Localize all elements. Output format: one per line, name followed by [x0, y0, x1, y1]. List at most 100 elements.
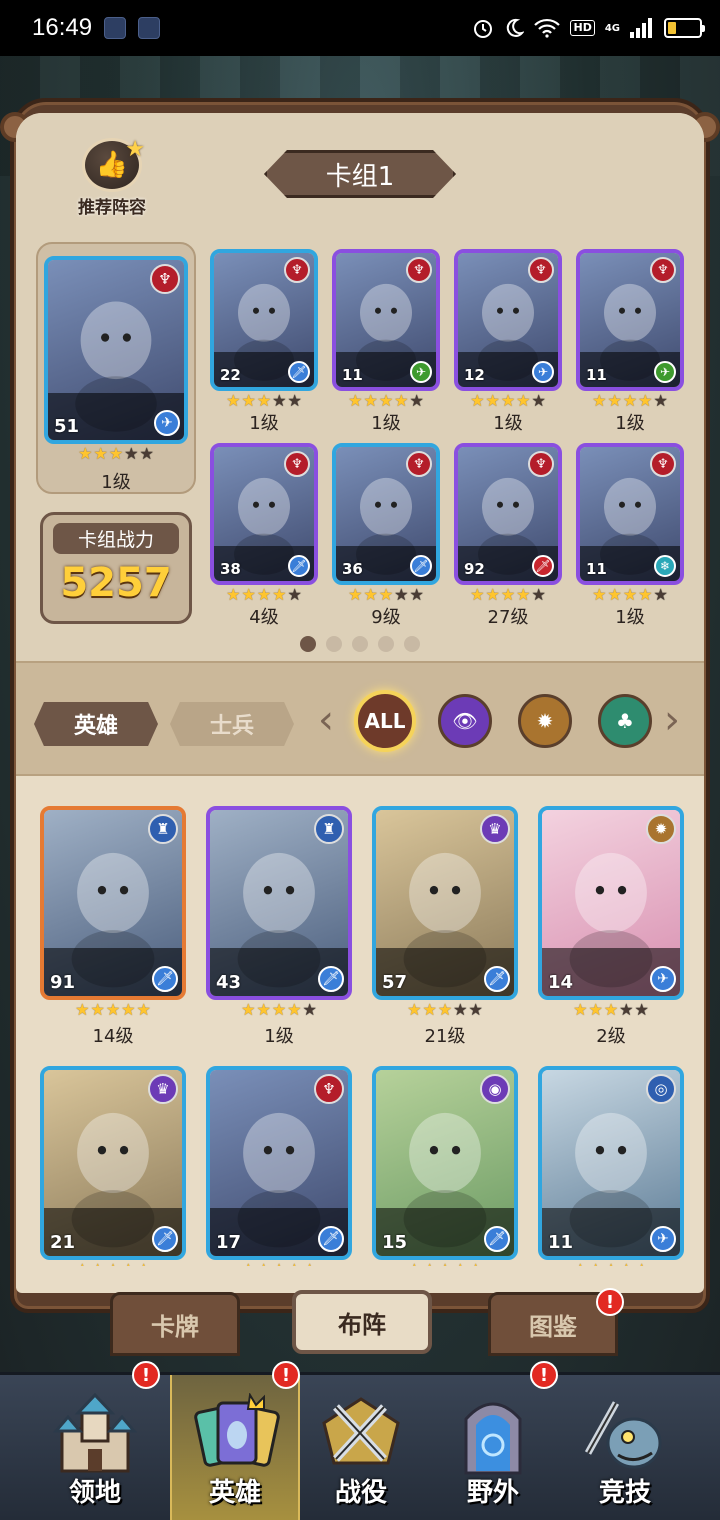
star-filled-icon: ★ [592, 391, 607, 410]
star-empty-icon: ★ [409, 585, 424, 604]
page-dot[interactable] [352, 636, 368, 652]
star-filled-icon: ★ [607, 391, 622, 410]
moon-icon [507, 18, 525, 37]
tab-soldiers[interactable]: 士兵 [170, 702, 294, 746]
tab-heroes[interactable]: 英雄 [34, 702, 158, 746]
recommend-lineup-button[interactable]: 👍 ★ 推荐阵容 [66, 137, 158, 218]
filter-all-label: ALL [364, 709, 406, 733]
subtab-formation[interactable]: 布阵 [292, 1290, 432, 1354]
faction-icon: ♆ [406, 257, 432, 283]
star-filled-icon: ★ [485, 391, 500, 410]
nav-alert-badge: ! [530, 1361, 558, 1389]
star-filled-icon: ★ [363, 391, 378, 410]
star-filled-icon: ★ [226, 391, 241, 410]
card-level: 57 [382, 972, 408, 993]
star-rating: ★★★★★ [38, 444, 194, 463]
star-filled-icon: ★ [75, 1000, 90, 1019]
star-empty-icon: ★ [287, 391, 302, 410]
sun-faction-icon[interactable]: ✹ [518, 694, 572, 748]
tree-faction-icon[interactable]: ♣ [598, 694, 652, 748]
sword-icon: 🗡 [484, 1226, 510, 1252]
star-empty-icon: ★ [287, 585, 302, 604]
hero-card[interactable]: 11 ◎ ✈ [538, 1066, 684, 1260]
hero-card[interactable]: 11 ♆ ✈ [332, 249, 440, 391]
faction-icon: ♛ [148, 1074, 178, 1104]
deck-title-plate[interactable]: 卡组1 [264, 150, 456, 198]
star-filled-icon: ★ [287, 1000, 302, 1019]
star-filled-icon: ★ [394, 391, 409, 410]
subtab-codex-label: 图鉴 [529, 1312, 577, 1341]
hero-card[interactable]: 57 ♛ 🗡 [372, 806, 518, 1000]
hero-card[interactable]: 17 ♆ 🗡 [206, 1066, 352, 1260]
star-filled-icon: ★ [256, 391, 272, 410]
hero-cards-icon [194, 1392, 280, 1477]
hero-card[interactable]: 21 ♛ 🗡 [40, 1066, 186, 1260]
star-empty-icon: ★ [653, 391, 668, 410]
card-rank: 1级 [371, 413, 401, 434]
hero-card[interactable]: 43 ♜ 🗡 [206, 806, 352, 1000]
codex-alert-text: ! [605, 1291, 615, 1313]
star-filled-icon: ★ [622, 391, 638, 410]
status-time: 16:49 [32, 14, 93, 41]
deck-title: 卡组1 [325, 161, 395, 192]
card-level: 12 [464, 366, 485, 384]
star-filled-icon: ★ [588, 1000, 603, 1019]
faction-icon: ♆ [284, 451, 310, 477]
hero-card[interactable]: 22 ♆ 🗡 [210, 249, 318, 391]
hero-card[interactable]: 51 ♆ ✈ [44, 256, 188, 444]
faction-icon: ♆ [150, 264, 180, 294]
sword-icon: 🗡 [484, 966, 510, 992]
hero-card[interactable]: 11 ♆ ✈ [576, 249, 684, 391]
nav-castle[interactable]: 领地 [30, 1375, 160, 1520]
filter-next-arrow[interactable]: › [664, 700, 680, 740]
page-dot[interactable] [300, 636, 316, 652]
card-level: 51 [54, 416, 80, 437]
card-level: 91 [50, 972, 76, 993]
card-level: 14 [548, 972, 574, 993]
portal-icon [450, 1393, 536, 1477]
page-dot[interactable] [326, 636, 342, 652]
page-dot[interactable] [404, 636, 420, 652]
card-rank: 21级 [424, 1026, 466, 1047]
faction-icon: ✹ [646, 814, 676, 844]
hero-card[interactable]: 14 ✹ ✈ [538, 806, 684, 1000]
nav-fish-warrior[interactable]: 竞技 [560, 1375, 690, 1520]
star-filled-icon: ★ [378, 585, 394, 604]
card-level: 11 [586, 366, 607, 384]
hero-card[interactable]: 91 ♜ 🗡 [40, 806, 186, 1000]
nav-hero-cards[interactable]: 英雄 [170, 1375, 300, 1520]
hero-card[interactable]: 36 ♆ 🗡 [332, 443, 440, 585]
eye-faction-icon[interactable]: 👁 [438, 694, 492, 748]
sword-icon: 🗡 [288, 555, 310, 577]
fish-warrior-icon [582, 1393, 668, 1477]
card-level: 36 [342, 560, 363, 578]
star-empty-icon: ★ [619, 1000, 634, 1019]
card-rank: 4级 [249, 607, 279, 628]
hero-card[interactable]: 11 ♆ ❄ [576, 443, 684, 585]
nav-crossed-swords[interactable]: 战役 [296, 1375, 426, 1520]
hero-card[interactable]: 38 ♆ 🗡 [210, 443, 318, 585]
star-empty-icon: ★ [468, 1000, 483, 1019]
nav-portal[interactable]: 野外 [428, 1375, 558, 1520]
notification-app-icon-2 [138, 17, 161, 39]
subtab-cards[interactable]: 卡牌 [110, 1292, 240, 1356]
page-dot[interactable] [378, 636, 394, 652]
star-rating: ★★★★★ [366, 1000, 524, 1019]
card-level: 11 [342, 366, 363, 384]
card-level: 92 [464, 560, 485, 578]
crossed-swords-icon [318, 1393, 404, 1477]
filter-all-button[interactable]: ALL [354, 690, 416, 752]
star-empty-icon: ★ [653, 585, 668, 604]
star-empty-icon: ★ [139, 444, 154, 463]
hero-card[interactable]: 12 ♆ ✈ [454, 249, 562, 391]
hero-card[interactable]: 92 ♆ 🗡 [454, 443, 562, 585]
filter-prev-arrow[interactable]: ‹ [318, 700, 334, 740]
star-empty-icon: ★ [124, 444, 139, 463]
card-level: 11 [548, 1232, 574, 1253]
star-filled-icon: ★ [241, 391, 256, 410]
star-filled-icon: ★ [603, 1000, 619, 1019]
card-rank: 1级 [249, 413, 279, 434]
sword-icon: 🗡 [410, 555, 432, 577]
faction-icon: ♆ [528, 451, 554, 477]
hero-card[interactable]: 15 ◉ 🗡 [372, 1066, 518, 1260]
